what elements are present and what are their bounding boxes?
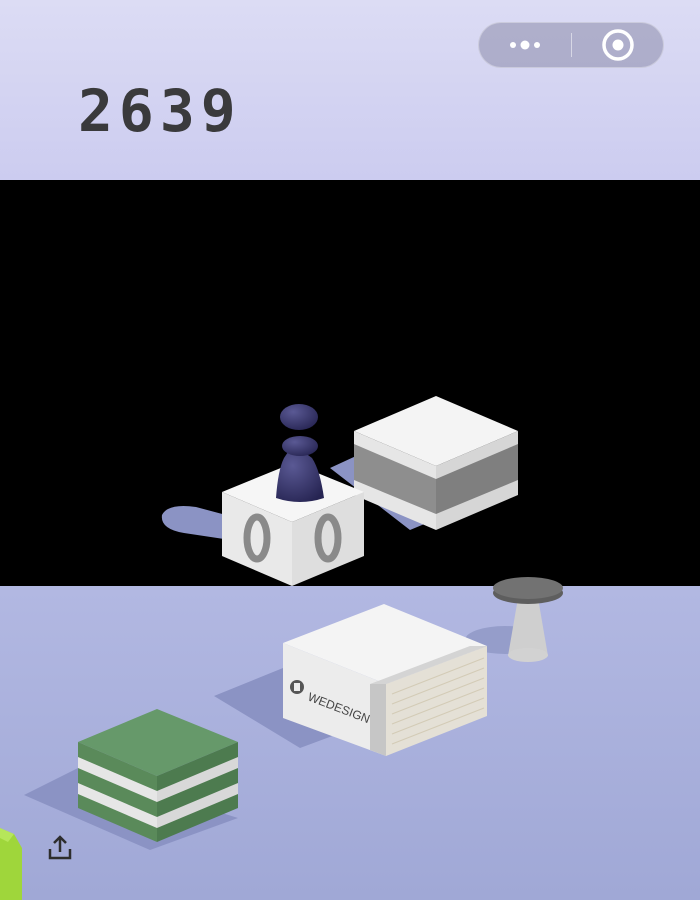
game-scene[interactable]: WEDESIGN <box>0 0 700 900</box>
player-piece <box>276 404 324 502</box>
share-button[interactable] <box>44 832 76 864</box>
share-upload-icon <box>48 835 72 860</box>
piece-shadow <box>161 506 226 539</box>
lime-block-edge <box>0 828 22 900</box>
grey-striped-block <box>354 396 518 530</box>
